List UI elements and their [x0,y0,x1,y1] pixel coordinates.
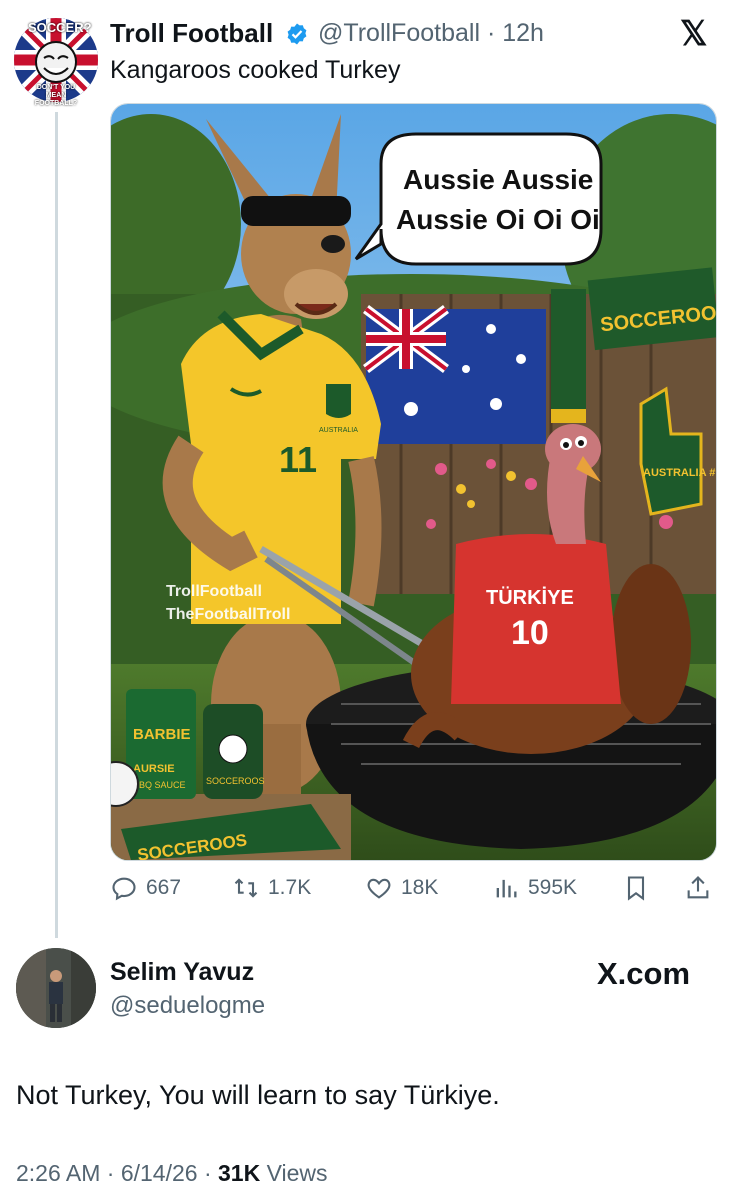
author-handle-time[interactable]: @TrollFootball · 12h [318,19,544,48]
reply-author-handle[interactable]: @seduelogme [110,992,265,1020]
like-count: 18K [401,876,439,899]
like-button[interactable]: 18K [365,871,438,905]
verified-badge-icon [287,23,307,45]
watermark-twitter: TrollFootball [166,583,262,600]
tweet-text: Kangaroos cooked Turkey [110,56,401,84]
reply-text: Not Turkey, You will learn to say Türkiy… [16,1080,500,1110]
retweet-button[interactable]: 1.7K [232,871,311,905]
tweet-media-image[interactable]: SOCCEROOS AUSTRALIA #1 AUSTRALIA 11 Auss… [110,103,717,861]
views-icon [496,879,517,898]
reply-meta: 2:26 AM · 6/14/26 · 31K Views [16,1160,328,1187]
tweet-time[interactable]: · 12h [487,19,544,47]
views-count: 595K [528,876,578,899]
thread-line [55,112,58,938]
reply-views-label: Views [260,1160,328,1186]
author-name[interactable]: Troll Football [110,18,273,49]
cooler-text: SOCCEROOS [206,776,265,786]
avatar-top-text: SOCCER? [28,20,92,35]
foam-finger-text: AUSTRALIA #1 [643,467,716,479]
retweet-count: 1.7K [268,876,312,899]
views-button[interactable]: 595K [492,871,577,905]
author-handle[interactable]: @TrollFootball [318,19,480,47]
reply-views-count: 31K [218,1160,261,1186]
watermark-instagram: TheFootballTroll [166,606,290,623]
turkey-shirt-number: 10 [511,614,549,652]
turkey-shirt-name: TÜRKİYE [486,586,574,609]
speech-bubble-line2: Aussie Oi Oi Oi [396,204,600,235]
can-text-2: AURSIE [133,763,175,775]
bookmark-icon [627,876,645,901]
x-com-badge: X.com [597,956,691,991]
kangaroo-shirt-number: 11 [279,439,317,480]
reply-icon [112,877,136,901]
avatar-bottom-text: DON'T YOU MEAN FOOTBALL? [34,84,78,107]
reply-author-avatar[interactable] [16,948,96,1028]
share-icon [687,876,709,899]
media-illustration: SOCCEROOS AUSTRALIA #1 AUSTRALIA 11 Auss… [111,104,716,860]
share-button[interactable] [684,871,712,905]
bookmark-button[interactable] [622,871,650,905]
reply-count: 667 [146,876,182,899]
retweet-icon [234,878,258,898]
can-text-3: BBQ SAUCE [133,780,186,790]
shirt-crest-text: AUSTRALIA [319,427,358,434]
speech-bubble-line1: Aussie Aussie [403,164,593,195]
reply-button[interactable]: 667 [110,871,181,905]
can-text-1: BARBIE [133,726,191,743]
reply-author-name[interactable]: Selim Yavuz [110,958,254,987]
x-logo-icon[interactable]: 𝕏 [680,14,707,54]
reply-timestamp[interactable]: 2:26 AM · 6/14/26 · [16,1160,218,1186]
like-icon [367,878,391,899]
